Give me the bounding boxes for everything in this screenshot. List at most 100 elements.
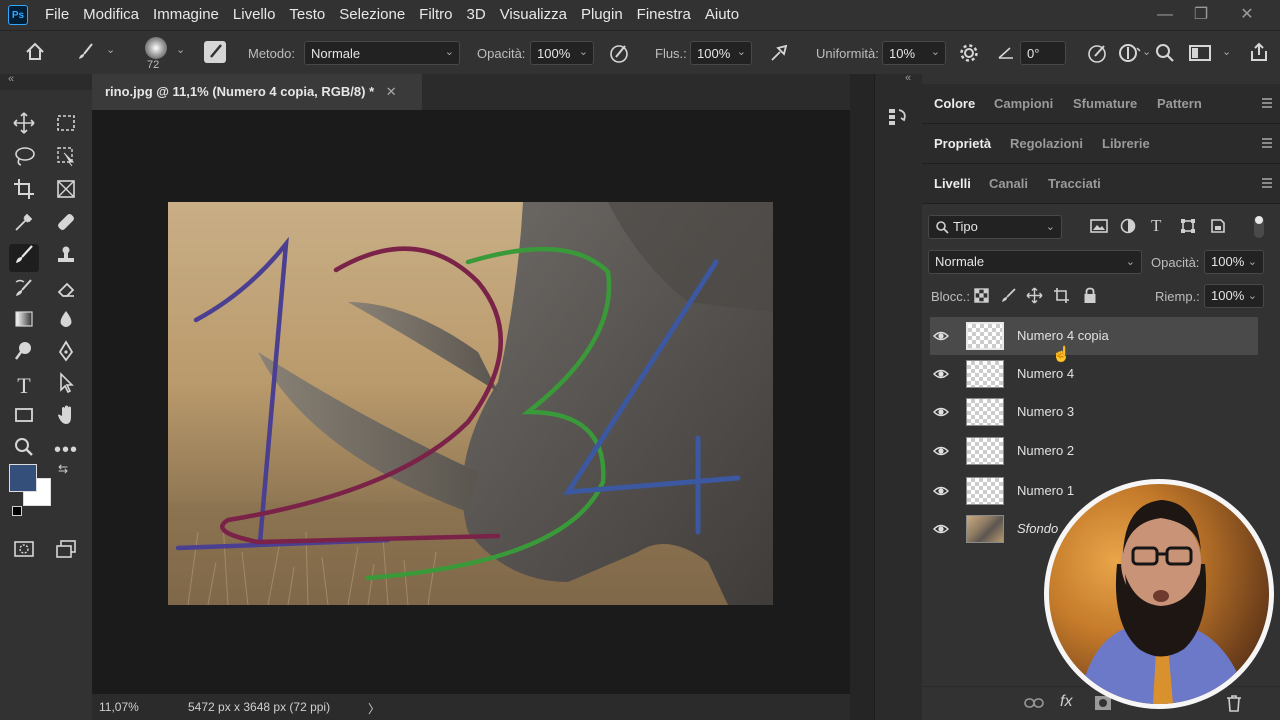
- filter-toggle[interactable]: [1254, 216, 1264, 238]
- visibility-eye-icon[interactable]: [933, 366, 949, 382]
- layer-opacity-input[interactable]: 100% ⌄: [1204, 250, 1264, 274]
- menu-livello[interactable]: Livello: [226, 0, 283, 30]
- layer-name[interactable]: Numero 3: [1017, 404, 1074, 419]
- smart-object-filter-icon[interactable]: [1210, 218, 1226, 239]
- toolbox-header[interactable]: «: [0, 73, 92, 90]
- menu-finestra[interactable]: Finestra: [630, 0, 698, 30]
- blur-tool-icon[interactable]: [51, 308, 81, 336]
- type-filter-icon[interactable]: T: [1151, 216, 1161, 236]
- layer-name[interactable]: Numero 4: [1017, 366, 1074, 381]
- tab-pattern[interactable]: Pattern: [1157, 96, 1202, 111]
- move-tool-icon[interactable]: [9, 112, 39, 140]
- brush-settings-icon[interactable]: [204, 41, 226, 63]
- tab-campioni[interactable]: Campioni: [994, 96, 1053, 111]
- tab-canali[interactable]: Canali: [989, 176, 1028, 191]
- close-icon[interactable]: ✕: [386, 84, 397, 99]
- menu-file[interactable]: File: [38, 0, 76, 30]
- chevron-down-icon[interactable]: ⌄: [1142, 45, 1151, 58]
- screen-mode-icon[interactable]: [51, 538, 81, 566]
- menu-filtro[interactable]: Filtro: [412, 0, 459, 30]
- frame-tool-icon[interactable]: [51, 178, 81, 206]
- menu-modifica[interactable]: Modifica: [76, 0, 146, 30]
- quick-mask-icon[interactable]: [9, 538, 39, 566]
- shape-filter-icon[interactable]: [1180, 218, 1196, 239]
- pressure-size-icon[interactable]: [1086, 42, 1108, 69]
- layer-blend-mode-select[interactable]: Normale ⌄: [928, 250, 1142, 274]
- visibility-eye-icon[interactable]: [933, 443, 949, 459]
- workspace-icon[interactable]: [1188, 42, 1212, 69]
- lock-position-icon[interactable]: [1026, 287, 1043, 309]
- healing-brush-tool-icon[interactable]: [51, 211, 81, 239]
- home-icon[interactable]: [24, 41, 46, 68]
- gradient-tool-icon[interactable]: [9, 308, 39, 336]
- brush-tool-icon[interactable]: [9, 244, 39, 272]
- canvas-image[interactable]: [168, 202, 773, 605]
- search-icon[interactable]: [1154, 42, 1176, 69]
- layer-row[interactable]: Numero 3: [930, 393, 1258, 431]
- visibility-eye-icon[interactable]: [933, 521, 949, 537]
- tab-sfumature[interactable]: Sfumature: [1073, 96, 1137, 111]
- document-tab[interactable]: rino.jpg @ 11,1% (Numero 4 copia, RGB/8)…: [92, 74, 422, 110]
- stamp-tool-icon[interactable]: [51, 244, 81, 272]
- minimize-button[interactable]: —: [1154, 4, 1176, 26]
- layer-filter-select[interactable]: Tipo ⌄: [928, 215, 1062, 239]
- eraser-tool-icon[interactable]: [51, 277, 81, 305]
- menu-3d[interactable]: 3D: [460, 0, 493, 30]
- layer-style-fx-icon[interactable]: fx: [1060, 693, 1072, 711]
- chevron-down-icon[interactable]: ⌄: [176, 43, 185, 56]
- layer-row[interactable]: Numero 4 copia ☝: [930, 317, 1258, 363]
- crop-tool-icon[interactable]: [9, 178, 39, 206]
- panel-menu-icon[interactable]: [1262, 138, 1272, 148]
- visibility-eye-icon[interactable]: [933, 483, 949, 499]
- adjustment-filter-icon[interactable]: [1120, 218, 1136, 239]
- layer-row[interactable]: Numero 4: [930, 355, 1258, 393]
- layer-name[interactable]: Sfondo: [1017, 521, 1058, 536]
- marquee-tool-icon[interactable]: [51, 112, 81, 140]
- lock-image-pixels-icon[interactable]: [1000, 287, 1017, 309]
- layer-name[interactable]: Numero 1: [1017, 483, 1074, 498]
- path-selection-tool-icon[interactable]: [51, 372, 81, 400]
- dodge-tool-icon[interactable]: [9, 340, 39, 368]
- visibility-eye-icon[interactable]: [933, 328, 949, 344]
- chevron-down-icon[interactable]: ⌄: [106, 43, 115, 56]
- pen-tool-icon[interactable]: [51, 340, 81, 368]
- lasso-tool-icon[interactable]: [9, 145, 39, 173]
- pressure-opacity-icon[interactable]: [608, 42, 630, 69]
- lock-all-icon[interactable]: [1083, 287, 1097, 309]
- collapse-icon[interactable]: «: [905, 72, 911, 84]
- menu-testo[interactable]: Testo: [282, 0, 332, 30]
- object-selection-tool-icon[interactable]: [51, 145, 81, 173]
- zoom-level[interactable]: 11,07%: [99, 700, 139, 714]
- tab-regolazioni[interactable]: Regolazioni: [1010, 136, 1083, 151]
- history-brush-tool-icon[interactable]: [9, 277, 39, 305]
- brush-tool-icon[interactable]: [76, 42, 96, 67]
- flow-input[interactable]: 100% ⌄: [690, 41, 752, 65]
- hand-tool-icon[interactable]: [51, 404, 81, 432]
- tab-proprieta[interactable]: Proprietà: [934, 136, 991, 151]
- swap-colors-icon[interactable]: ⇆: [58, 462, 68, 476]
- layer-row[interactable]: Numero 2: [930, 432, 1258, 470]
- rectangle-tool-icon[interactable]: [9, 404, 39, 432]
- tab-colore[interactable]: Colore: [934, 96, 975, 111]
- menu-selezione[interactable]: Selezione: [332, 0, 412, 30]
- symmetry-icon[interactable]: [1118, 42, 1142, 69]
- delete-layer-icon[interactable]: [1226, 694, 1242, 717]
- default-colors-icon[interactable]: [12, 506, 22, 516]
- collapse-icon[interactable]: «: [8, 73, 14, 85]
- lock-artboard-icon[interactable]: [1053, 287, 1070, 309]
- image-filter-icon[interactable]: [1090, 218, 1108, 239]
- type-tool-icon[interactable]: T: [9, 372, 39, 400]
- status-arrow-icon[interactable]: 〉: [368, 700, 380, 717]
- menu-aiuto[interactable]: Aiuto: [698, 0, 746, 30]
- history-panel-icon[interactable]: [887, 106, 909, 133]
- zoom-tool-icon[interactable]: [9, 436, 39, 464]
- opacity-input[interactable]: 100% ⌄: [530, 41, 594, 65]
- angle-input[interactable]: 0°: [1020, 41, 1066, 65]
- share-icon[interactable]: [1248, 41, 1270, 68]
- gear-icon[interactable]: [958, 42, 980, 69]
- close-button[interactable]: ✕: [1236, 4, 1258, 26]
- tab-librerie[interactable]: Librerie: [1102, 136, 1150, 151]
- tab-livelli[interactable]: Livelli: [934, 176, 971, 191]
- layer-name[interactable]: Numero 4 copia: [1017, 328, 1109, 343]
- more-tools-icon[interactable]: •••: [51, 436, 81, 464]
